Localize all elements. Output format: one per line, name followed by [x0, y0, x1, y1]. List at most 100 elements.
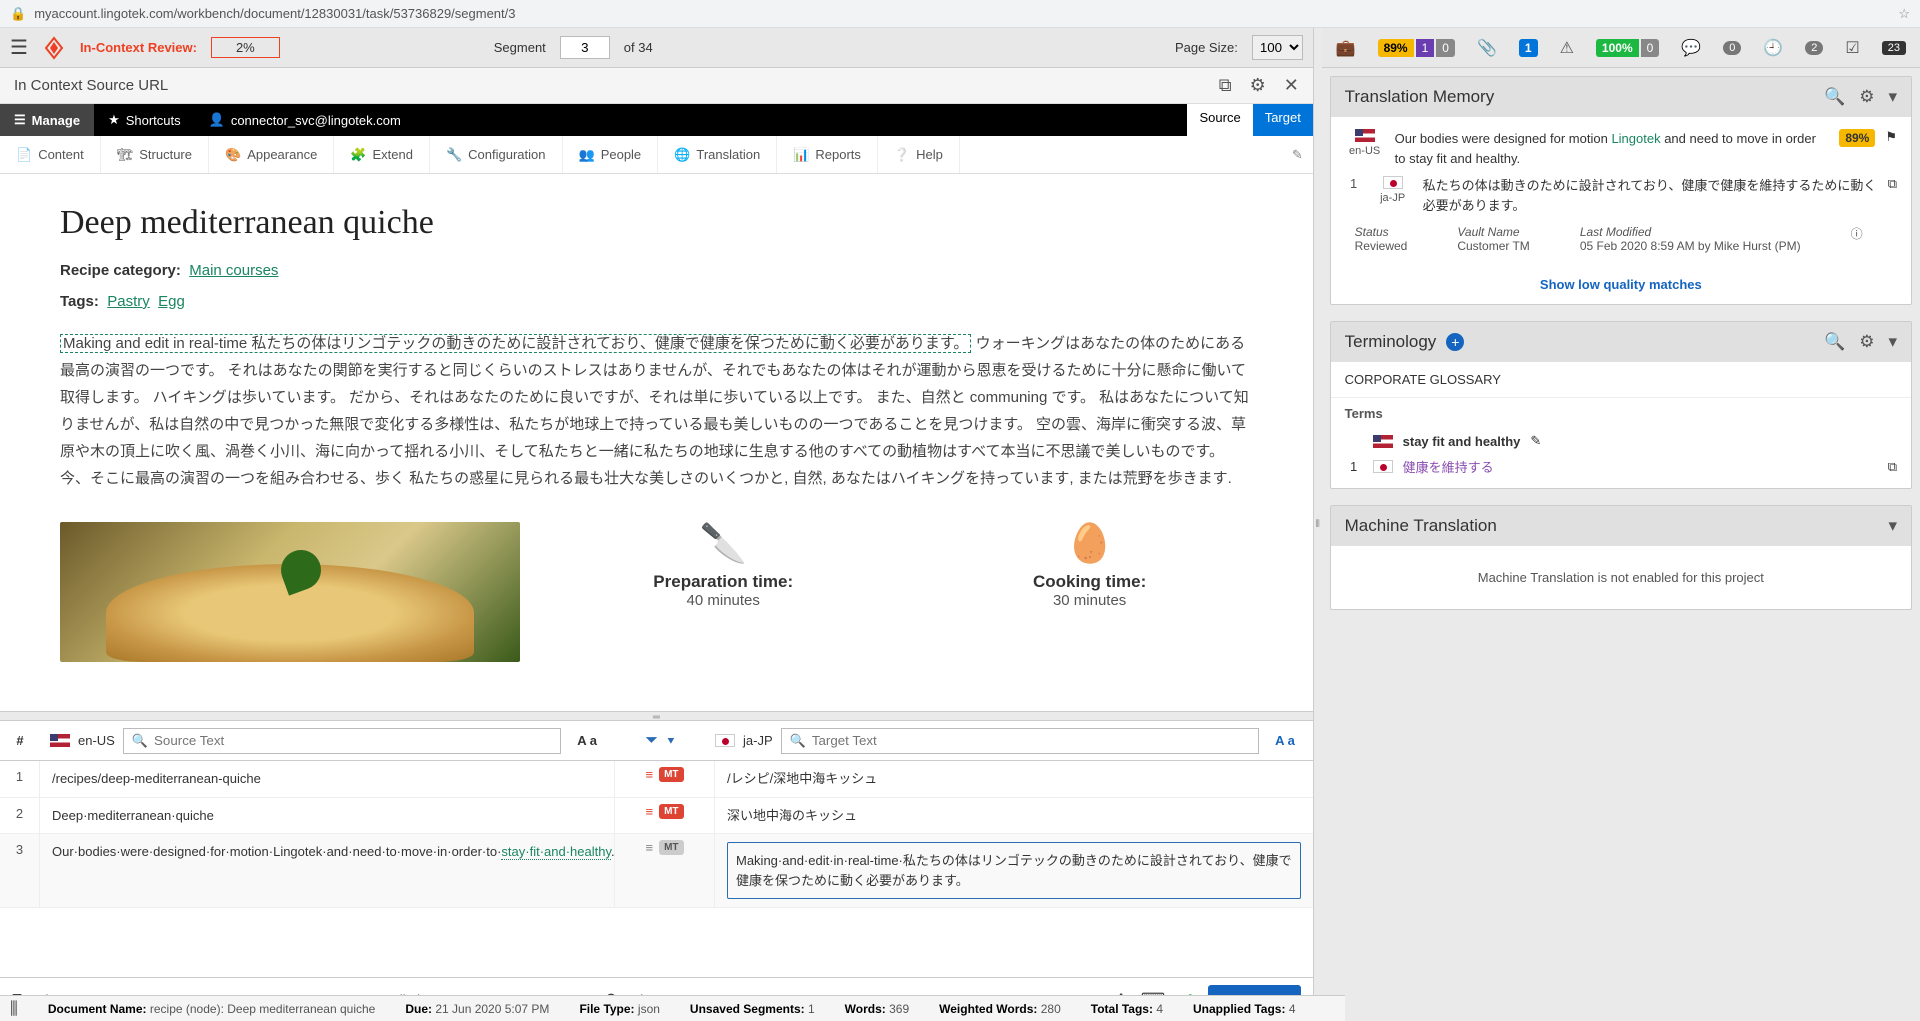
tab-extend[interactable]: 🧩 Extend	[334, 136, 430, 173]
edit-icon[interactable]: ✎	[1282, 147, 1313, 163]
row-num: 2	[0, 798, 40, 834]
sb-tt: 4	[1156, 1002, 1163, 1016]
term-target: 健康を維持する	[1403, 457, 1494, 476]
tab-appearance[interactable]: 🎨 Appearance	[209, 136, 334, 173]
history-icon[interactable]: 🕘	[1763, 38, 1783, 58]
lingotek-logo	[42, 36, 66, 60]
target-case-toggle[interactable]: A a	[1267, 733, 1303, 748]
tab-configuration[interactable]: 🔧 Configuration	[430, 136, 563, 173]
source-search-input[interactable]	[154, 733, 552, 748]
sb-unsaved: 1	[808, 1002, 815, 1016]
tm-status: Reviewed	[1355, 239, 1408, 253]
info-icon[interactable]: ⓘ	[1851, 225, 1863, 253]
term-panel-title: Terminology	[1345, 332, 1437, 352]
copy-icon[interactable]: ⧉	[1888, 459, 1897, 475]
tag-pastry[interactable]: Pastry	[107, 293, 150, 310]
copy-icon[interactable]: ⧉	[1888, 176, 1897, 192]
briefcase-icon[interactable]: 💼	[1336, 38, 1356, 58]
sb-ut: 4	[1289, 1002, 1296, 1016]
tm-vault: Customer TM	[1457, 239, 1529, 253]
search-icon[interactable]: 🔍	[1824, 87, 1845, 107]
mt-message: Machine Translation is not enabled for t…	[1331, 546, 1911, 609]
sb-ww: 280	[1041, 1002, 1061, 1016]
add-term-button[interactable]: +	[1446, 333, 1464, 351]
segment-row-active[interactable]: 3 Our·bodies·were·designed·for·motion·Li…	[0, 834, 1313, 908]
checklist-icon[interactable]: ☑	[1845, 38, 1859, 58]
chevron-down-icon[interactable]: ▾	[1888, 516, 1897, 536]
body-text: Making and edit in real-time 私たちの体はリンゴテッ…	[60, 330, 1253, 492]
term-source: stay fit and healthy	[1403, 434, 1521, 449]
segment-of: of 34	[624, 40, 653, 55]
tm-src-locale: en-US	[1345, 145, 1385, 157]
notes-icon[interactable]: ≡	[645, 840, 653, 855]
target-search-input[interactable]	[812, 733, 1250, 748]
notes-icon[interactable]: ≡	[645, 804, 653, 819]
tm-mod: 05 Feb 2020 8:59 AM by Mike Hurst (PM)	[1580, 239, 1801, 253]
target-search[interactable]: 🔍	[781, 728, 1259, 754]
source-search[interactable]: 🔍	[123, 728, 561, 754]
star-icon[interactable]: ☆	[1898, 6, 1910, 22]
tab-people[interactable]: 👥 People	[563, 136, 659, 173]
history-count: 2	[1805, 41, 1823, 55]
segment-row[interactable]: 1 /recipes/deep-mediterranean-quiche ≡MT…	[0, 761, 1313, 798]
open-external-icon[interactable]: ⧉	[1219, 75, 1232, 96]
source-case-toggle[interactable]: A a	[569, 733, 605, 748]
toggle-source[interactable]: Source	[1187, 104, 1252, 136]
page-size-select[interactable]: 100	[1252, 35, 1303, 60]
search-icon[interactable]: 🔍	[1824, 332, 1845, 352]
edit-icon[interactable]: ✎	[1530, 433, 1541, 449]
glossary-name: CORPORATE GLOSSARY	[1331, 362, 1911, 398]
notes-icon[interactable]: ≡	[645, 767, 653, 782]
drupal-shortcuts[interactable]: ★Shortcuts	[94, 104, 195, 136]
tm-match-pct: 89%	[1839, 129, 1875, 147]
tag-egg[interactable]: Egg	[158, 293, 185, 310]
chevron-down-icon[interactable]: ▾	[1888, 332, 1897, 352]
sb-ut-label: Unapplied Tags:	[1193, 1002, 1285, 1016]
target-cell[interactable]: /レシピ/深地中海キッシュ	[715, 761, 1313, 797]
target-cell[interactable]: 深い地中海のキッシュ	[715, 798, 1313, 834]
check-count: 23	[1882, 41, 1906, 55]
source-cell: Our·bodies·were·designed·for·motion·Ling…	[40, 834, 615, 907]
cook-label: Cooking time:	[926, 572, 1252, 592]
segment-input[interactable]	[560, 36, 610, 59]
tab-translation[interactable]: 🌐 Translation	[658, 136, 777, 173]
drupal-manage[interactable]: ☰Manage	[0, 104, 94, 136]
mt-badge: MT	[659, 840, 683, 855]
comment-icon[interactable]: 💬	[1681, 38, 1701, 58]
egg-icon: 🥚	[926, 522, 1252, 566]
vertical-splitter[interactable]: ⦀	[1314, 28, 1322, 1021]
lock-icon: 🔒	[10, 6, 26, 22]
warning-icon[interactable]: ⚠	[1560, 38, 1574, 58]
drupal-user[interactable]: 👤connector_svc@lingotek.com	[195, 104, 415, 136]
flag-icon[interactable]: ⚑	[1885, 129, 1897, 145]
tab-reports[interactable]: 📊 Reports	[777, 136, 878, 173]
chevron-down-icon[interactable]: ▾	[1888, 87, 1897, 107]
attachment-icon[interactable]: 📎	[1477, 38, 1497, 58]
progress-value: 2%	[211, 37, 280, 58]
toggle-target[interactable]: Target	[1253, 104, 1313, 136]
filter-icon[interactable]: ⏷ ▾	[615, 732, 705, 750]
us-flag-icon	[1355, 129, 1375, 142]
close-icon[interactable]: ✕	[1284, 75, 1299, 96]
row-num: 1	[0, 761, 40, 797]
tab-content[interactable]: 📄 Content	[0, 136, 101, 173]
target-editor[interactable]: Making·and·edit·in·real-time·私たちの体はリンゴテッ…	[727, 842, 1301, 899]
gear-icon[interactable]: ⚙	[1859, 87, 1874, 107]
menu-icon[interactable]: ☰	[10, 35, 28, 60]
show-low-quality[interactable]: Show low quality matches	[1331, 265, 1911, 304]
horizontal-splitter[interactable]: ═	[0, 711, 1313, 721]
gear-icon[interactable]: ⚙	[1250, 75, 1266, 96]
gear-icon[interactable]: ⚙	[1859, 332, 1874, 352]
tab-structure[interactable]: 🏗 Structure	[101, 136, 209, 173]
category-link[interactable]: Main courses	[189, 262, 278, 279]
term-num: 1	[1345, 459, 1363, 474]
stats-icon[interactable]: ⫼	[10, 999, 18, 1019]
tm-mod-label: Last Modified	[1580, 225, 1801, 239]
segment-row[interactable]: 2 Deep·mediterranean·quiche ≡MT 深い地中海のキッ…	[0, 798, 1313, 835]
sb-due-label: Due:	[405, 1002, 432, 1016]
preview-area: Deep mediterranean quiche Recipe categor…	[0, 174, 1313, 711]
attach-count: 1	[1519, 39, 1538, 57]
tab-help[interactable]: ❔ Help	[878, 136, 960, 173]
terms-header: Terms	[1331, 398, 1911, 429]
tm-badge[interactable]: 89%10	[1378, 39, 1455, 57]
